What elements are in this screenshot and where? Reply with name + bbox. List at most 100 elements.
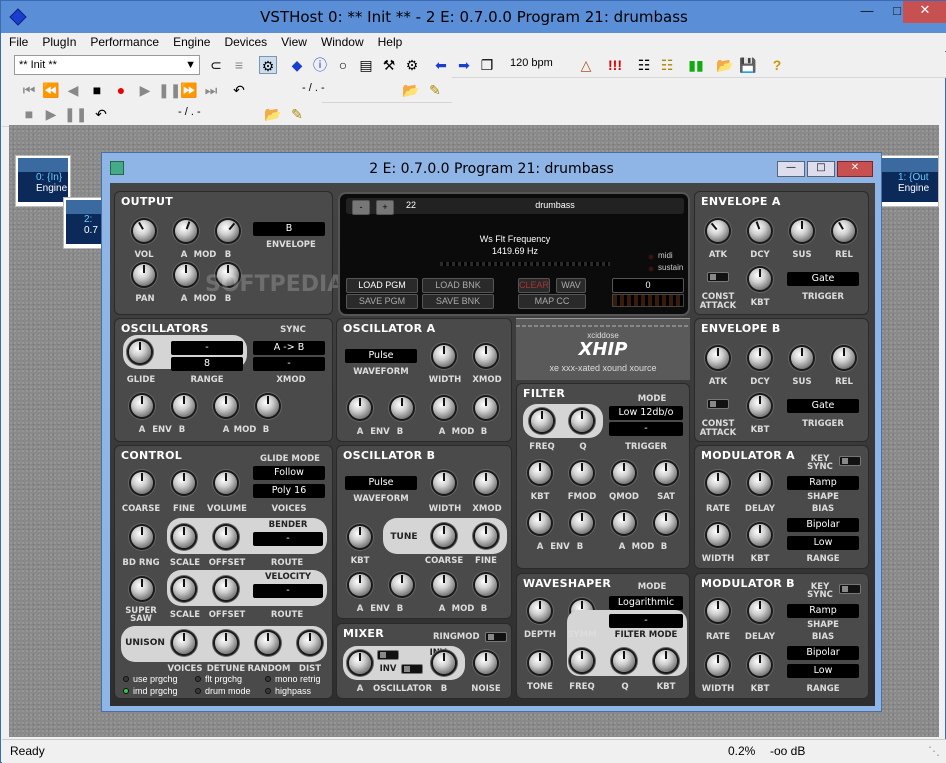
- unison-random-knob[interactable]: [257, 632, 279, 654]
- filter-qmod-knob[interactable]: [613, 462, 635, 484]
- ws-freq-knob[interactable]: [571, 650, 593, 672]
- use-prgchg-led[interactable]: [123, 676, 129, 682]
- keyboard-icon[interactable]: ☷: [635, 56, 653, 74]
- flt-prgchg-led[interactable]: [195, 676, 201, 682]
- waveshaper-mode-display[interactable]: Logarithmic: [609, 596, 683, 610]
- env-a-kbt-knob[interactable]: [749, 268, 771, 290]
- osc-b-kbt-knob[interactable]: [349, 526, 371, 548]
- imd-prgchg-led[interactable]: [123, 688, 129, 694]
- bender-scale-knob[interactable]: [173, 526, 195, 548]
- mod-b-kbt-knob[interactable]: [749, 654, 771, 676]
- menu-engine[interactable]: Engine: [166, 33, 217, 51]
- env-b-kbt-knob[interactable]: [749, 395, 771, 417]
- filter-mode-display[interactable]: Low 12db/o: [609, 406, 683, 420]
- program-next-button[interactable]: +: [376, 200, 394, 215]
- open-folder-icon-2[interactable]: 📂: [402, 81, 420, 99]
- filter-q-knob[interactable]: [571, 410, 593, 432]
- map-cc-button[interactable]: MAP CC: [518, 294, 586, 309]
- output-engine-node[interactable]: 1: {Out Engine: [877, 155, 939, 207]
- osc-a-env-knob[interactable]: [131, 395, 153, 417]
- minimize-button[interactable]: —: [853, 2, 881, 22]
- osc-b-fine-knob[interactable]: [475, 525, 497, 547]
- ringmod-toggle[interactable]: [485, 632, 507, 642]
- osc-a-pitch-mod-b-knob[interactable]: [475, 397, 497, 419]
- rewind-start-icon[interactable]: ⏮: [20, 81, 38, 99]
- osc-b-pitch-mod-a-knob[interactable]: [433, 574, 455, 596]
- mod-b-key-sync-toggle[interactable]: [839, 584, 861, 594]
- mod-a-width-knob[interactable]: [707, 524, 729, 546]
- velocity-route-display[interactable]: -: [253, 584, 323, 598]
- loop-icon-2[interactable]: ↶: [92, 105, 110, 123]
- save-icon[interactable]: 💾: [739, 56, 757, 74]
- menu-file[interactable]: File: [2, 33, 35, 51]
- osc-a-pitch-env-b-knob[interactable]: [391, 397, 413, 419]
- pause-icon-2[interactable]: ❚❚: [64, 105, 87, 123]
- mod-b-bias-display[interactable]: Bipolar: [787, 646, 859, 660]
- vol-knob[interactable]: [133, 220, 155, 242]
- mod-a-rate-knob[interactable]: [707, 472, 729, 494]
- envelope-display[interactable]: B: [253, 222, 325, 236]
- menu-devices[interactable]: Devices: [217, 33, 274, 51]
- mod-a-range-display[interactable]: Low: [787, 536, 859, 550]
- a-mod-knob[interactable]: [175, 220, 197, 242]
- mod-b-delay-knob[interactable]: [749, 600, 771, 622]
- load-bnk-button[interactable]: LOAD BNK: [422, 278, 494, 293]
- forward-end-icon[interactable]: ⏭: [202, 81, 220, 99]
- ws-kbt-knob[interactable]: [655, 650, 677, 672]
- glide-mode-display[interactable]: Follow: [253, 466, 325, 480]
- env-b-const-attack-toggle[interactable]: [707, 399, 729, 409]
- mod-a-kbt-knob[interactable]: [749, 524, 771, 546]
- forward-icon[interactable]: ⏩: [180, 81, 198, 99]
- info-icon[interactable]: ⓘ: [311, 56, 329, 74]
- env-a-trigger-display[interactable]: Gate: [787, 272, 859, 286]
- resize-grip-icon[interactable]: ⋱: [928, 744, 940, 758]
- env-a-dcy-knob[interactable]: [749, 220, 771, 242]
- voices-display[interactable]: Poly 16: [253, 484, 325, 498]
- open-folder-icon-3[interactable]: 📂: [264, 105, 282, 123]
- stop-icon-2[interactable]: ■: [20, 105, 38, 123]
- fine-knob[interactable]: [173, 472, 195, 494]
- program-name[interactable]: drumbass: [480, 200, 630, 210]
- mod-b-width-knob[interactable]: [707, 654, 729, 676]
- filter-env-a-knob[interactable]: [529, 512, 551, 534]
- gears-icon[interactable]: ⚙: [403, 56, 421, 74]
- help-icon[interactable]: ?: [768, 56, 786, 74]
- program-prev-button[interactable]: -: [352, 200, 370, 215]
- inv-a-toggle[interactable]: [377, 650, 399, 660]
- plugin-minimize-button[interactable]: —: [777, 161, 805, 177]
- mixer-osc-b-knob[interactable]: [433, 652, 455, 674]
- env-b-trigger-display[interactable]: Gate: [787, 399, 859, 413]
- env-a-rel-knob[interactable]: [833, 220, 855, 242]
- super-saw-knob[interactable]: [131, 578, 153, 600]
- osc-b-coarse-knob[interactable]: [433, 525, 455, 547]
- xmod-display[interactable]: -: [253, 357, 325, 371]
- env-b-atk-knob[interactable]: [707, 347, 729, 369]
- copy-icon[interactable]: ❐: [478, 56, 496, 74]
- osc-b-xmod-knob[interactable]: [475, 472, 497, 494]
- record-icon[interactable]: ●: [112, 81, 130, 99]
- highpass-led[interactable]: [265, 688, 271, 694]
- mod-a-key-sync-toggle[interactable]: [839, 456, 861, 466]
- mod-a-delay-knob[interactable]: [749, 472, 771, 494]
- wav-button[interactable]: WAV: [556, 278, 586, 293]
- ws-filter-mode-display[interactable]: -: [609, 614, 683, 628]
- osc-a-pitch-env-a-knob[interactable]: [349, 397, 371, 419]
- step-back-icon[interactable]: ◀: [64, 81, 82, 99]
- play-icon-2[interactable]: ▶: [42, 105, 60, 123]
- plugin-close-button[interactable]: ✕: [837, 161, 873, 177]
- play-icon[interactable]: ▶: [136, 81, 154, 99]
- filter-fmod-knob[interactable]: [571, 462, 593, 484]
- env-b-sus-knob[interactable]: [791, 347, 813, 369]
- level-meter-icon[interactable]: ▮▮: [687, 56, 705, 74]
- glide-knob[interactable]: [129, 341, 151, 363]
- ws-depth-knob[interactable]: [529, 600, 551, 622]
- osc-b-pitch-env-b-knob[interactable]: [391, 574, 413, 596]
- osc-a-mod-knob[interactable]: [215, 395, 237, 417]
- unison-detune-knob[interactable]: [215, 632, 237, 654]
- osc-b-env-knob[interactable]: [173, 395, 195, 417]
- circle-icon[interactable]: ○: [334, 56, 352, 74]
- menu-plugin[interactable]: PlugIn: [35, 33, 83, 51]
- midi-icon[interactable]: ⚙: [259, 56, 277, 74]
- osc-b-pitch-env-a-knob[interactable]: [349, 574, 371, 596]
- range-display[interactable]: 8: [171, 357, 243, 371]
